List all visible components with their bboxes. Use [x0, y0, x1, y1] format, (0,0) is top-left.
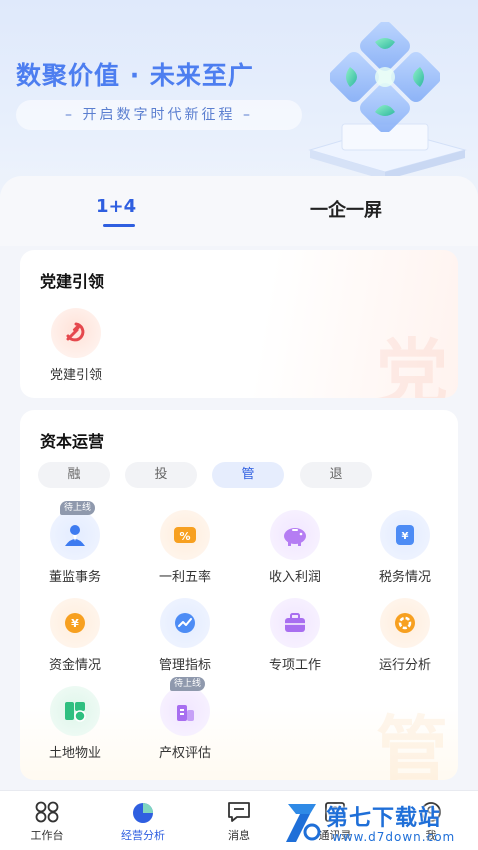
site-logo-name: 第七下载站 [326, 806, 442, 831]
grid-item-funds-status[interactable]: ¥ 资金情况 [20, 598, 130, 673]
nav-label: 消息 [228, 829, 250, 842]
grid-item-label: 资金情况 [48, 658, 101, 673]
grid-item-land-property[interactable]: 土地物业 [20, 686, 130, 761]
director-person-icon: 待上线 [50, 501, 100, 560]
grid-item-property-rights-evaluation[interactable]: 待上线 产权评估 [130, 677, 240, 761]
grid-item-label: 运行分析 [378, 658, 431, 673]
workbench-grid-icon [2, 799, 92, 825]
banner-title: 数聚价值 · 未来至广 [16, 61, 254, 90]
nav-label: 经营分析 [121, 829, 165, 842]
svg-text:¥: ¥ [71, 617, 79, 630]
svg-text:%: % [179, 530, 190, 543]
capital-section-title: 资本运营 [40, 432, 105, 451]
pending-launch-badge: 待上线 [170, 677, 206, 691]
percent-icon: % [160, 510, 210, 560]
yuan-coin-icon: ¥ [50, 598, 100, 648]
nav-business-analysis[interactable]: 经营分析 [98, 799, 188, 843]
tax-document-icon: ¥ [380, 510, 430, 560]
tab-1-plus-4[interactable]: 1+4 [96, 196, 136, 217]
party-building-card: 党 党建引领 党建引领 [20, 250, 458, 398]
pending-launch-badge: 待上线 [60, 501, 96, 515]
cube-logo-icon [330, 22, 440, 132]
party-entry-label: 党建引领 [49, 368, 102, 383]
grid-item-one-profit-five-rates[interactable]: % 一利五率 [130, 510, 240, 585]
grid-item-label: 董监事务 [48, 570, 101, 585]
grid-item-revenue-profit[interactable]: 收入利润 [240, 510, 350, 585]
svg-text:¥: ¥ [402, 531, 409, 542]
chip-investing[interactable]: 投 [125, 462, 197, 488]
banner-subtitle: – 开启数字时代新征程 – [16, 100, 302, 130]
d7-logo-icon [286, 804, 321, 842]
main-panel: 1+4 一企一屏 党 党建引领 党建引领 管 资本运营 融 投 管 退 待上线 … [0, 176, 478, 790]
nav-workbench[interactable]: 工作台 [2, 799, 92, 843]
grid-item-label: 一利五率 [158, 570, 211, 585]
header-banner: 数聚价值 · 未来至广 – 开启数字时代新征程 – [0, 0, 478, 200]
grid-item-label: 收入利润 [268, 570, 321, 585]
grid-item-label: 专项工作 [268, 658, 321, 673]
trend-chart-icon [160, 598, 210, 648]
chip-financing[interactable]: 融 [38, 462, 110, 488]
grid-item-label: 土地物业 [48, 746, 101, 761]
land-property-icon [50, 686, 100, 736]
pie-chart-icon [98, 799, 188, 825]
nav-label: 工作台 [30, 829, 64, 842]
grid-item-label: 产权评估 [158, 746, 211, 761]
chip-exiting[interactable]: 退 [300, 462, 372, 488]
grid-item-special-work[interactable]: 专项工作 [240, 598, 350, 673]
gear-analysis-icon [380, 598, 430, 648]
party-emblem-icon [51, 308, 101, 358]
site-logo-url: www.d7down.com [332, 830, 456, 844]
grid-item-label: 税务情况 [378, 570, 431, 585]
capital-filter-chips: 融 投 管 退 [38, 462, 458, 490]
grid-item-label: 管理指标 [158, 658, 211, 673]
capital-operations-card: 管 资本运营 融 投 管 退 待上线 董监事务 % 一利五率 收入利润 ¥ 税务… [20, 410, 458, 780]
grid-item-board-affairs[interactable]: 待上线 董监事务 [20, 501, 130, 585]
grid-item-operation-analysis[interactable]: 运行分析 [350, 598, 458, 673]
chip-managing[interactable]: 管 [212, 462, 284, 488]
party-building-entry[interactable]: 党建引领 [40, 308, 112, 383]
nav-messages[interactable]: 消息 [194, 799, 284, 843]
site-watermark-logo: 第七下载站 www.d7down.com [282, 796, 478, 850]
party-watermark: 党 [375, 331, 448, 398]
party-section-title: 党建引领 [40, 272, 105, 291]
capital-watermark: 管 [375, 708, 448, 780]
grid-item-tax-status[interactable]: ¥ 税务情况 [350, 510, 458, 585]
active-tab-indicator [103, 224, 135, 227]
property-building-icon: 待上线 [160, 677, 210, 736]
grid-item-management-indicators[interactable]: 管理指标 [130, 598, 240, 673]
top-tabs: 1+4 一企一屏 [0, 176, 478, 246]
piggy-bank-icon [270, 510, 320, 560]
message-icon [194, 799, 284, 825]
briefcase-icon [270, 598, 320, 648]
tab-one-company-one-screen[interactable]: 一企一屏 [310, 196, 382, 222]
